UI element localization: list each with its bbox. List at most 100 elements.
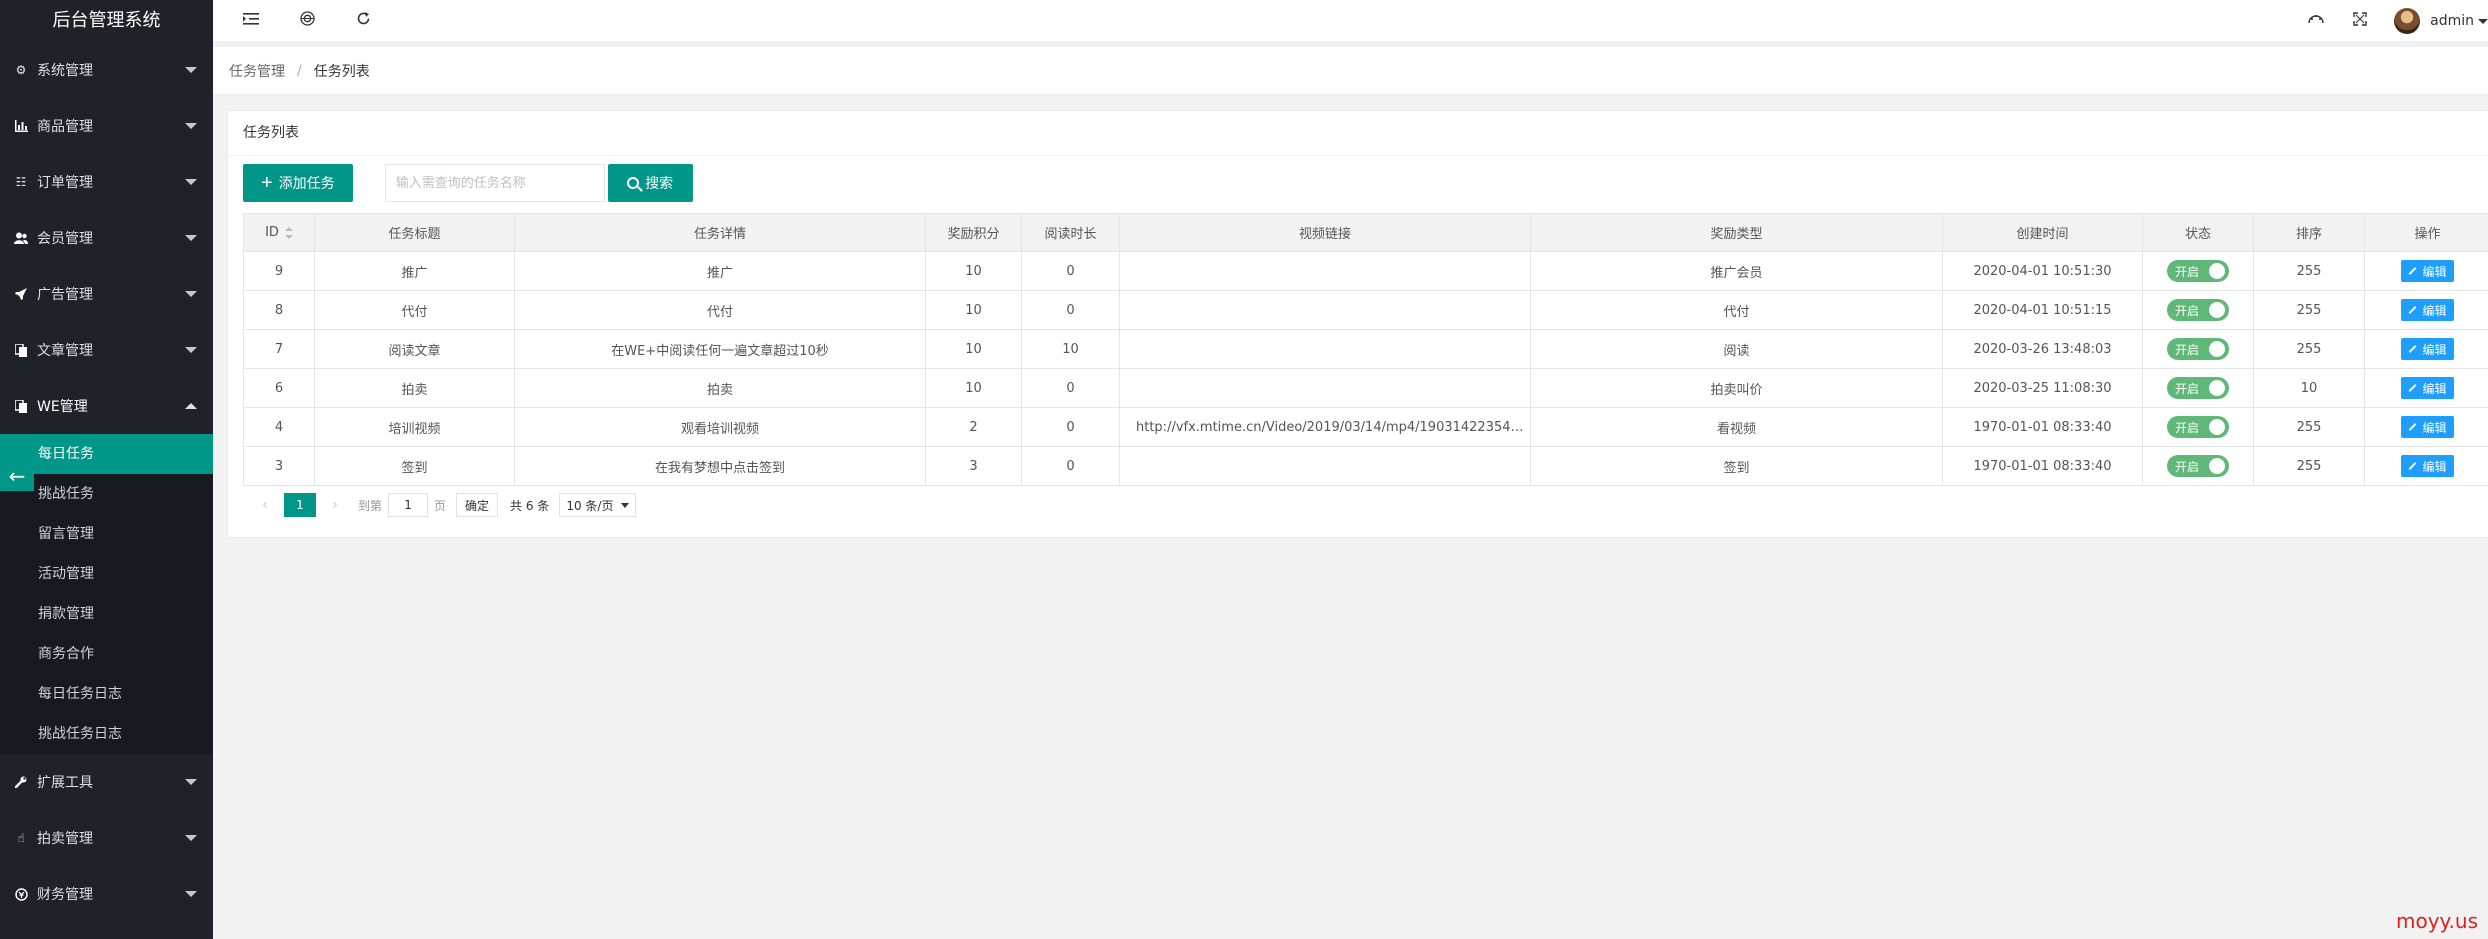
cell-read-time: 10 <box>1021 329 1120 369</box>
app-logo-title[interactable]: 后台管理系统 <box>0 0 213 42</box>
cell-read-time: 0 <box>1021 251 1120 291</box>
sidebar-subitem-business[interactable]: 商务合作 <box>0 634 213 674</box>
sidebar-subitem-challenge-log[interactable]: 挑战任务日志 <box>0 714 213 754</box>
status-label: 开启 <box>2175 381 2200 396</box>
toggle-knob <box>2209 341 2225 357</box>
cell-title: 培训视频 <box>314 407 515 447</box>
add-task-label: 添加任务 <box>278 175 335 191</box>
cell-status: 开启 <box>2142 251 2254 291</box>
toggle-knob <box>2209 263 2225 279</box>
sidebar-item-articles[interactable]: 文章管理 <box>0 322 213 378</box>
search-label: 搜索 <box>645 175 674 191</box>
cell-reward-type: 签到 <box>1530 446 1943 486</box>
sidebar-item-tools[interactable]: 扩展工具 <box>0 754 213 810</box>
cell-sort: 10 <box>2253 368 2365 408</box>
sidebar-item-we[interactable]: WE管理 <box>0 378 213 434</box>
sidebar-subitem-daily-log[interactable]: 每日任务日志 <box>0 674 213 714</box>
status-toggle[interactable]: 开启 <box>2167 416 2229 438</box>
edit-button[interactable]: 编辑 <box>2401 260 2454 282</box>
sidebar-subitem-donations[interactable]: 捐款管理 <box>0 594 213 634</box>
sidebar-subitem-messages[interactable]: 留言管理 <box>0 514 213 554</box>
cell-action: 编辑 <box>2364 290 2488 330</box>
cell-points: 3 <box>925 446 1022 486</box>
search-icon <box>627 177 640 189</box>
breadcrumb-parent[interactable]: 任务管理 <box>229 61 285 81</box>
cell-read-time: 0 <box>1021 407 1120 447</box>
sidebar-item-orders[interactable]: ☷ 订单管理 <box>0 154 213 210</box>
sort-icon[interactable] <box>284 226 293 239</box>
status-label: 开启 <box>2175 303 2200 318</box>
col-header-read-time: 阅读时长 <box>1021 213 1120 252</box>
chevron-down-icon <box>185 67 197 73</box>
per-page-value: 10 条/页 <box>566 498 614 513</box>
pencil-icon <box>2409 345 2417 353</box>
cell-points: 10 <box>925 329 1022 369</box>
cell-read-time: 0 <box>1021 446 1120 486</box>
sidebar-subitem-activities[interactable]: 活动管理 <box>0 554 213 594</box>
menu-toggle-icon[interactable] <box>241 11 261 31</box>
cell-id: 3 <box>243 446 315 486</box>
cell-id: 8 <box>243 290 315 330</box>
page-number-current[interactable]: 1 <box>284 493 316 517</box>
search-input[interactable] <box>384 164 605 202</box>
cell-points: 2 <box>925 407 1022 447</box>
theme-icon[interactable] <box>2306 11 2326 31</box>
sidebar-item-label: 会员管理 <box>37 231 93 247</box>
cell-created: 1970-01-01 08:33:40 <box>1942 446 2143 486</box>
refresh-icon[interactable] <box>353 11 373 31</box>
cell-points: 10 <box>925 251 1022 291</box>
cell-detail: 推广 <box>514 251 926 291</box>
user-menu[interactable]: admin <box>2394 8 2488 34</box>
edit-button[interactable]: 编辑 <box>2401 377 2454 399</box>
status-toggle[interactable]: 开启 <box>2167 299 2229 321</box>
task-list-card: 任务列表 + 添加任务 搜索 ID 任务标题 任务详情 奖励积分 阅读时长 视频… <box>227 110 2488 538</box>
col-header-sort: 排序 <box>2253 213 2365 252</box>
col-header-title: 任务标题 <box>314 213 515 252</box>
pencil-icon <box>2409 462 2417 470</box>
cell-points: 10 <box>925 368 1022 408</box>
col-header-id[interactable]: ID <box>243 213 315 252</box>
sidebar-item-system[interactable]: ⚙ 系统管理 <box>0 42 213 98</box>
edit-button[interactable]: 编辑 <box>2401 338 2454 360</box>
fullscreen-icon[interactable] <box>2350 11 2370 31</box>
cell-detail: 拍卖 <box>514 368 926 408</box>
next-page-icon[interactable]: › <box>328 497 342 513</box>
sidebar-item-label: 文章管理 <box>37 343 93 359</box>
cell-video-link <box>1119 290 1531 330</box>
search-button[interactable]: 搜索 <box>607 164 693 202</box>
sidebar: 后台管理系统 ⚙ 系统管理 商品管理 ☷ 订单管理 会员管理 广告管理 文章管理 <box>0 0 213 939</box>
toolbar: + 添加任务 搜索 <box>243 164 693 202</box>
goto-page-input[interactable] <box>388 493 429 517</box>
website-icon[interactable] <box>297 11 317 31</box>
sidebar-item-members[interactable]: 会员管理 <box>0 210 213 266</box>
edit-button[interactable]: 编辑 <box>2401 416 2454 438</box>
sidebar-item-auction[interactable]: ☝ 拍卖管理 <box>0 810 213 866</box>
per-page-select[interactable]: 10 条/页 <box>559 493 637 517</box>
add-task-button[interactable]: + 添加任务 <box>243 164 353 202</box>
cell-video-link <box>1119 368 1531 408</box>
status-toggle[interactable]: 开启 <box>2167 377 2229 399</box>
chevron-down-icon <box>2478 18 2488 24</box>
collapse-arrow-icon[interactable]: ← <box>0 461 34 491</box>
edit-label: 编辑 <box>2422 303 2447 318</box>
status-toggle[interactable]: 开启 <box>2167 260 2229 282</box>
pagination: ‹ 1 › 到第 页 确定 共 6 条 10 条/页 <box>258 492 637 518</box>
sidebar-item-ads[interactable]: 广告管理 <box>0 266 213 322</box>
status-toggle[interactable]: 开启 <box>2167 338 2229 360</box>
edit-button[interactable]: 编辑 <box>2401 455 2454 477</box>
sidebar-item-goods[interactable]: 商品管理 <box>0 98 213 154</box>
sidebar-item-finance[interactable]: 财务管理 <box>0 866 213 922</box>
status-toggle[interactable]: 开启 <box>2167 455 2229 477</box>
cell-action: 编辑 <box>2364 251 2488 291</box>
table-header-row: ID 任务标题 任务详情 奖励积分 阅读时长 视频链接 奖励类型 创建时间 状态… <box>243 213 2488 252</box>
edit-button[interactable]: 编辑 <box>2401 299 2454 321</box>
cell-status: 开启 <box>2142 446 2254 486</box>
goto-confirm-button[interactable]: 确定 <box>456 493 499 517</box>
cell-reward-type: 看视频 <box>1530 407 1943 447</box>
chart-icon <box>13 118 29 134</box>
prev-page-icon[interactable]: ‹ <box>258 497 272 513</box>
cell-action: 编辑 <box>2364 407 2488 447</box>
doc-icon <box>13 398 29 414</box>
page-unit: 页 <box>434 498 447 513</box>
toggle-knob <box>2209 458 2225 474</box>
